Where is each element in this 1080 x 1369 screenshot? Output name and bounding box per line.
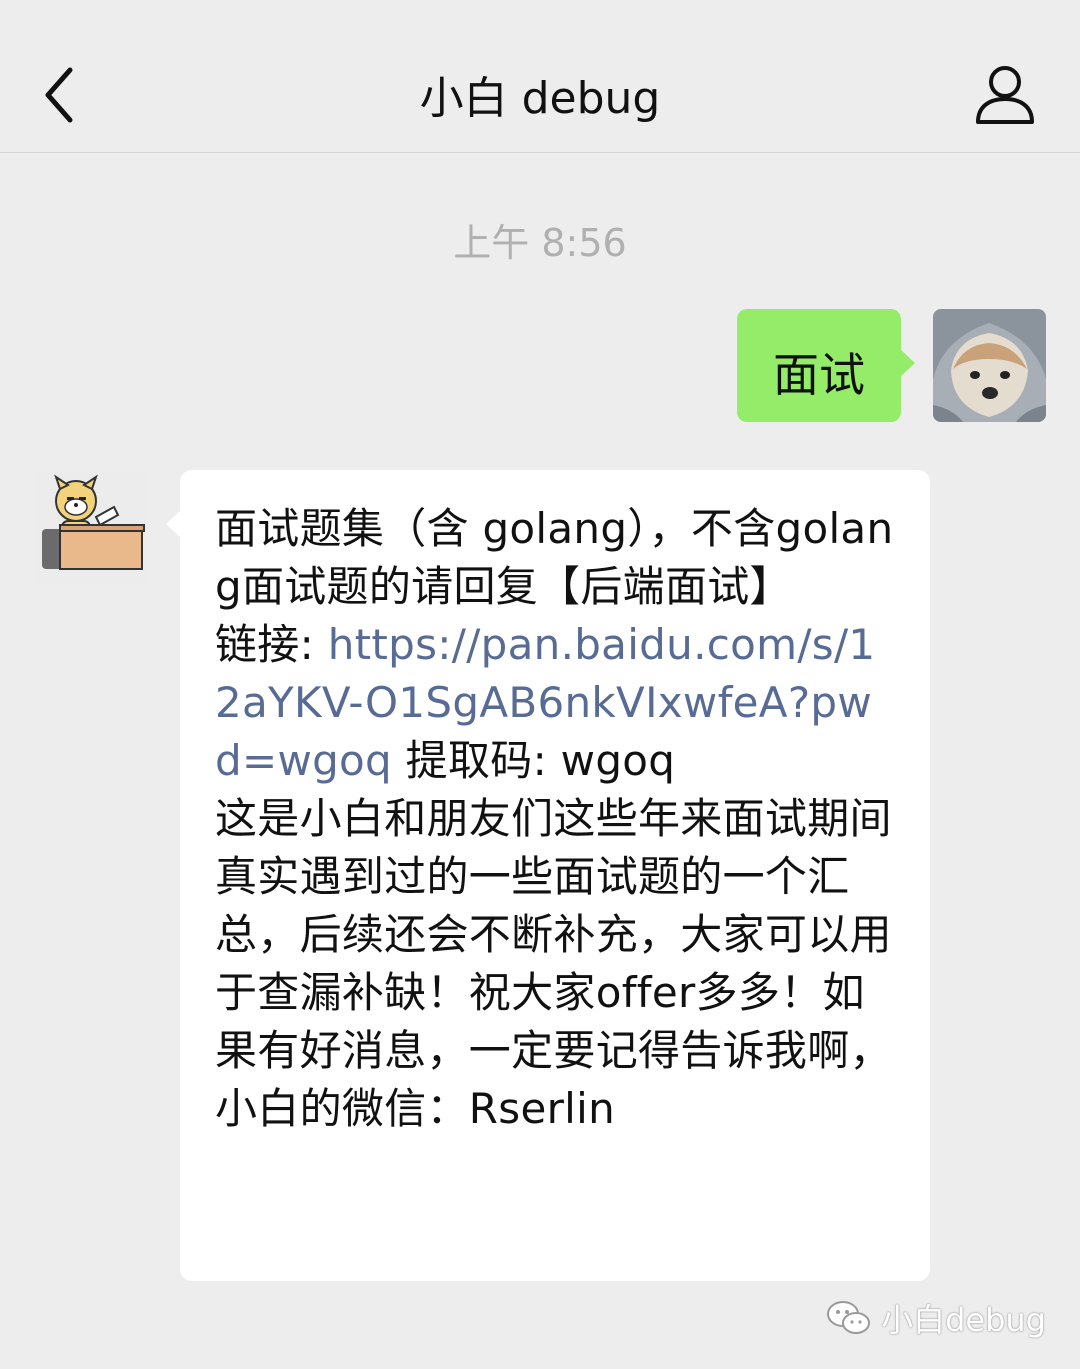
outgoing-message-bubble[interactable]: 面试 [737,309,915,422]
dog-avatar-image [933,309,1046,422]
link-label: 链接: [215,620,328,669]
sender-avatar[interactable] [34,471,147,584]
chat-header: 小白 debug [0,0,1080,153]
watermark: 小白debug [825,1296,1046,1340]
incoming-message-bubble[interactable]: 面试题集（含 golang），不含golang面试题的请回复【后端面试】 链接:… [166,470,930,1281]
message-intro: 面试题集（含 golang），不含golang面试题的请回复【后端面试】 [215,504,894,611]
cartoon-dog-at-desk-icon [34,471,147,584]
chat-info-button[interactable] [972,62,1038,128]
message-timestamp: 上午 8:56 [453,221,627,265]
message-body: 这是小白和朋友们这些年来面试期间真实遇到过的一些面试题的一个汇总，后续还会不断补… [215,794,892,1133]
incoming-message-text: 面试题集（含 golang），不含golang面试题的请回复【后端面试】 链接:… [215,500,896,1138]
watermark-text: 小白debug [881,1301,1046,1339]
chat-title: 小白 debug [419,73,661,124]
my-avatar[interactable] [933,309,1046,422]
person-icon [976,66,1034,124]
wechat-icon [827,1301,871,1334]
extraction-code: 提取码: wgoq [392,736,676,785]
outgoing-message-text: 面试 [773,348,865,402]
